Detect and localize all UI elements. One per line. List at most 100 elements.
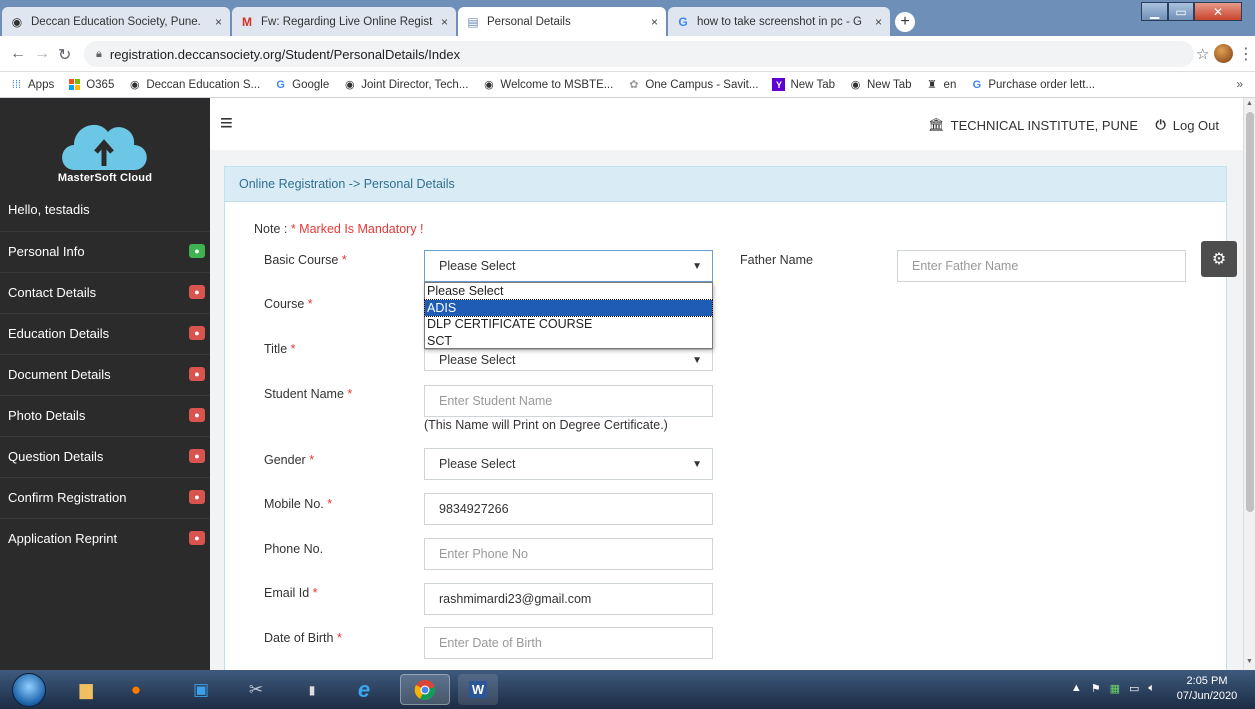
dob-input[interactable]: Enter Date of Birth — [424, 627, 713, 659]
sidebar-item-label: Confirm Registration — [8, 490, 127, 505]
clock-time: 2:05 PM — [1186, 675, 1228, 687]
tally-icon[interactable]: ▮ — [296, 674, 328, 705]
scroll-up-arrow-icon[interactable]: ▲ — [1246, 100, 1253, 107]
globe-icon: ◉ — [11, 14, 23, 29]
sidebar-item-application-reprint[interactable]: Application Reprint ● — [0, 518, 210, 558]
windows-taskbar: ▆ ● ▣ ✂ ▮ e W ▲ ⚑ ▦ ▭ 🔈︎ 2:05 PM 07/Jun/… — [0, 670, 1255, 709]
scroll-down-arrow-icon[interactable]: ▼ — [1246, 658, 1253, 665]
bookmark-purchase-order[interactable]: G Purchase order lett... — [970, 78, 1096, 91]
bookmark-google[interactable]: G Google — [274, 78, 329, 91]
close-icon[interactable]: × — [441, 15, 448, 29]
volume-icon[interactable]: 🔈︎ — [1148, 682, 1155, 695]
media-player-icon[interactable]: ▣ — [185, 674, 217, 705]
bookmark-joint-director[interactable]: ◉ Joint Director, Tech... — [343, 78, 468, 92]
firefox-icon[interactable]: ● — [120, 674, 152, 705]
window-close-button[interactable]: ✕ — [1194, 2, 1242, 21]
window-maximize-button[interactable]: ▭ — [1168, 2, 1194, 21]
bookmark-o365[interactable]: O365 — [68, 78, 114, 91]
close-icon[interactable]: × — [875, 15, 882, 29]
sidebar-item-document-details[interactable]: Document Details ● — [0, 354, 210, 394]
logo-text: MasterSoft Cloud — [57, 172, 153, 184]
address-bar[interactable]: 🔒︎ registration.deccansociety.org/Studen… — [84, 41, 1194, 67]
globe-icon: ◉ — [344, 79, 355, 91]
student-name-input[interactable]: Enter Student Name — [424, 385, 713, 417]
browser-tab-gmail[interactable]: M Fw: Regarding Live Online Regist × — [232, 7, 456, 36]
file-explorer-icon[interactable]: ▆ — [70, 674, 102, 705]
back-icon[interactable]: ← — [10, 45, 26, 63]
logout-button[interactable]: ⏻ Log Out — [1155, 117, 1219, 133]
close-icon[interactable]: × — [215, 15, 222, 29]
email-input[interactable]: rashmimardi23@gmail.com — [424, 583, 713, 615]
new-tab-button[interactable]: + — [895, 12, 915, 32]
globe-icon: ◉ — [484, 79, 494, 91]
bookmarks-overflow-button[interactable]: » — [1236, 77, 1243, 91]
bookmark-deccan[interactable]: ◉ Deccan Education S... — [128, 78, 260, 92]
father-name-input[interactable]: Enter Father Name — [897, 250, 1186, 282]
forward-icon[interactable]: → — [34, 45, 50, 63]
start-button[interactable] — [12, 673, 46, 707]
browser-tab-google-search[interactable]: G how to take screenshot in pc - G × — [668, 7, 890, 36]
hamburger-menu-icon[interactable]: ≡ — [220, 112, 233, 134]
bookmark-msbte[interactable]: ◉ Welcome to MSBTE... — [482, 78, 613, 92]
google-icon: G — [972, 78, 982, 91]
dropdown-option[interactable]: SCT — [425, 333, 712, 350]
mobile-input[interactable]: 9834927266 — [424, 493, 713, 525]
student-name-label: Student Name * — [264, 387, 353, 401]
apps-grid-icon: ⁞⁞⁞ — [11, 78, 22, 91]
mastersoft-logo: MasterSoft Cloud — [0, 98, 210, 198]
sidebar-item-label: Education Details — [8, 326, 110, 341]
web-page: MasterSoft Cloud Hello, testadis Persona… — [0, 98, 1255, 670]
bookmark-star-icon[interactable]: ☆ — [1196, 45, 1209, 63]
emblem-icon: ♜ — [927, 79, 937, 91]
mandatory-note: Note : * Marked Is Mandatory ! — [254, 222, 424, 236]
phone-input[interactable]: Enter Phone No — [424, 538, 713, 570]
display-icon[interactable]: ▭ — [1129, 682, 1139, 695]
browser-toolbar: ← → ↻ 🔒︎ registration.deccansociety.org/… — [0, 36, 1255, 72]
status-badge-icon: ● — [189, 367, 205, 381]
gender-select[interactable]: Please Select ▼ — [424, 448, 713, 480]
bookmark-en[interactable]: ♜ en — [926, 78, 956, 92]
bookmark-new-tab[interactable]: ◉ New Tab — [849, 78, 912, 92]
title-select[interactable]: Please Select ▼ — [424, 349, 713, 371]
dropdown-option-highlighted[interactable]: ADIS — [424, 298, 713, 317]
breadcrumb: Online Registration -> Personal Details — [225, 167, 1226, 202]
tray-expand-icon[interactable]: ▲ — [1071, 682, 1082, 695]
word-icon[interactable]: W — [458, 674, 498, 705]
sidebar-item-photo-details[interactable]: Photo Details ● — [0, 395, 210, 435]
course-label: Course * — [264, 297, 313, 311]
chrome-icon[interactable] — [400, 674, 450, 705]
window-minimize-button[interactable]: ▁ — [1141, 2, 1168, 21]
sidebar-item-education-details[interactable]: Education Details ● — [0, 313, 210, 353]
settings-gear-icon[interactable]: ⚙ — [1201, 241, 1237, 277]
browser-tab-deccan[interactable]: ◉ Deccan Education Society, Pune. × — [2, 7, 230, 36]
sidebar-item-contact-details[interactable]: Contact Details ● — [0, 272, 210, 312]
bookmark-new-tab-yahoo[interactable]: Y New Tab — [772, 78, 835, 91]
dropdown-option[interactable]: Please Select — [425, 283, 712, 300]
browser-tab-personal-details[interactable]: ▤ Personal Details × — [458, 7, 666, 36]
dob-label: Date of Birth * — [264, 631, 342, 645]
bookmark-one-campus[interactable]: ✿ One Campus - Savit... — [627, 78, 758, 92]
action-center-flag-icon[interactable]: ⚑ — [1091, 682, 1101, 695]
network-icon[interactable]: ▦ — [1110, 682, 1120, 695]
gender-label: Gender * — [264, 453, 315, 467]
taskbar-clock[interactable]: 2:05 PM 07/Jun/2020 — [1167, 674, 1247, 704]
basic-course-select[interactable]: Please Select ▼ — [424, 250, 713, 282]
bookmark-apps[interactable]: ⁞⁞⁞ Apps — [10, 78, 54, 91]
scrollbar-thumb[interactable] — [1246, 112, 1254, 512]
sidebar-item-personal-info[interactable]: Personal Info ● — [0, 231, 210, 271]
reload-icon[interactable]: ↻ — [58, 45, 71, 65]
snipping-tool-icon[interactable]: ✂ — [240, 674, 272, 705]
close-icon[interactable]: × — [651, 15, 658, 29]
sidebar-item-question-details[interactable]: Question Details ● — [0, 436, 210, 476]
page-scrollbar[interactable]: ▲ ▼ — [1243, 98, 1255, 670]
chevron-down-icon: ▼ — [692, 261, 702, 272]
tab-title: Fw: Regarding Live Online Regist — [261, 15, 433, 28]
sidebar-item-label: Photo Details — [8, 408, 86, 423]
kebab-menu-icon[interactable]: ⋮ — [1238, 44, 1254, 64]
internet-explorer-icon[interactable]: e — [348, 674, 380, 705]
dropdown-option[interactable]: DLP CERTIFICATE COURSE — [425, 316, 712, 333]
sidebar-item-confirm-registration[interactable]: Confirm Registration ● — [0, 477, 210, 517]
status-badge-icon: ● — [189, 531, 205, 545]
profile-avatar[interactable] — [1214, 44, 1233, 63]
user-greeting: Hello, testadis — [8, 202, 90, 217]
